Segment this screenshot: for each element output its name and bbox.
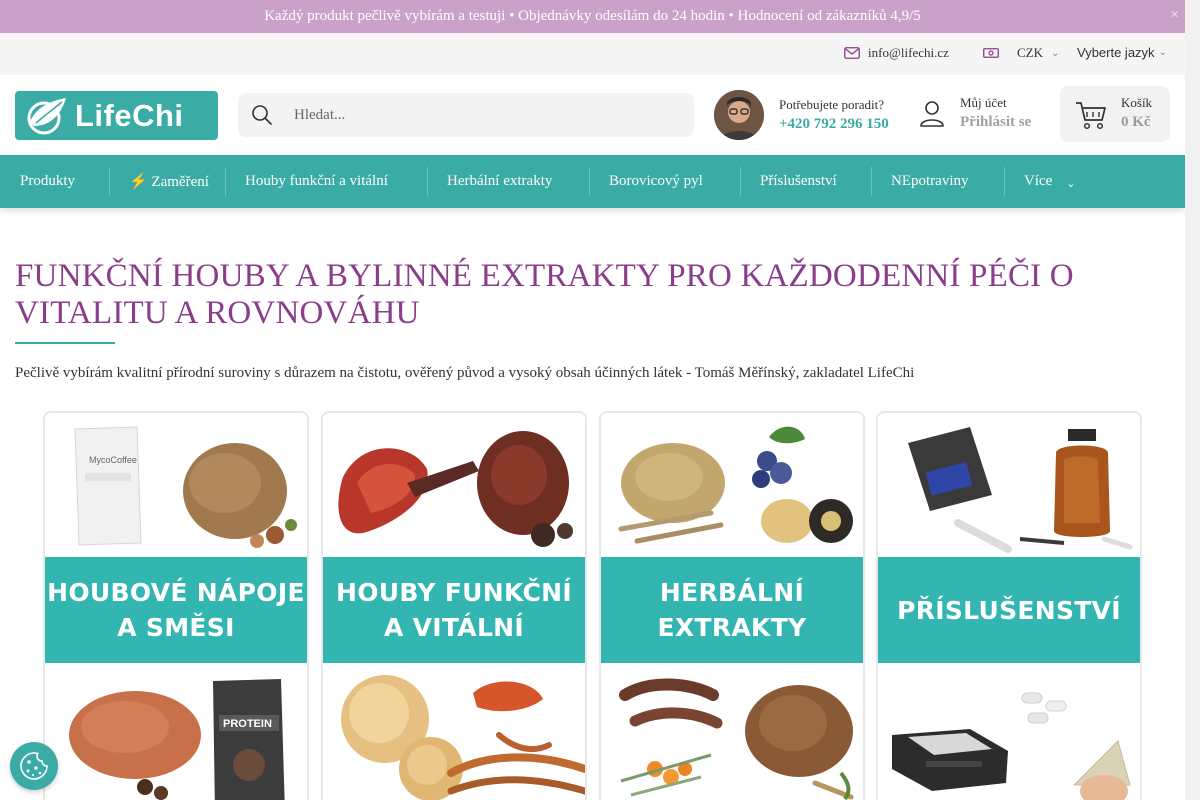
login-link[interactable]: Přihlásit se <box>960 114 1031 131</box>
title-underline <box>15 342 115 344</box>
nav-item-zamereni[interactable]: ⚡ Zaměření <box>109 155 229 208</box>
logo[interactable]: LifeChi <box>15 91 218 140</box>
category-card-houbove-napoje[interactable]: MycoCoffee HOUBOVÉ NÁPOJE A SMĚSI PROTEI… <box>43 411 309 800</box>
cart-icon <box>1076 102 1106 130</box>
category-label: HERBÁLNÍ EXTRAKTY <box>657 578 807 642</box>
chevron-down-icon: ⌄ <box>1066 178 1076 190</box>
category-card-herbalni-extrakty[interactable]: HERBÁLNÍ EXTRAKTY <box>599 411 865 800</box>
category-image-top: MycoCoffee <box>45 413 307 555</box>
nav-item-borovicovy-pyl[interactable]: Borovicový pyl <box>589 155 723 208</box>
envelope-icon <box>844 47 860 59</box>
category-band: PŘÍSLUŠENSTVÍ <box>878 555 1140 665</box>
category-label: PŘÍSLUŠENSTVÍ <box>897 595 1121 625</box>
currency-value: CZK <box>1017 45 1043 60</box>
cookie-settings-button[interactable] <box>10 742 58 790</box>
nav-item-houby[interactable]: Houby funkční a vitální <box>225 155 408 208</box>
scrollbar[interactable] <box>1185 0 1200 800</box>
category-image-bottom: PROTEIN <box>45 665 307 800</box>
account-link[interactable]: Můj účet Přihlásit se <box>918 95 1031 131</box>
nav-item-vice-label: Více <box>1024 173 1053 189</box>
category-band: HOUBY FUNKČNÍ A VITÁLNÍ <box>323 555 585 665</box>
chevron-down-icon: ⌄ <box>1051 47 1060 59</box>
product-pack-label: MycoCoffee <box>89 455 137 465</box>
nav-item-nepotraviny[interactable]: NEpotraviny <box>871 155 988 208</box>
account-label: Můj účet <box>960 95 1007 110</box>
cookie-icon <box>20 752 48 780</box>
page-subtitle: Pečlivě vybírám kvalitní přírodní surovi… <box>15 365 915 381</box>
nav-item-produkty[interactable]: Produkty <box>0 155 95 208</box>
leaf-logo-icon <box>15 91 75 140</box>
search-bar[interactable] <box>238 93 694 137</box>
category-image-top <box>601 413 863 555</box>
category-image-top <box>323 413 585 555</box>
category-card-houby-funkcni[interactable]: HOUBY FUNKČNÍ A VITÁLNÍ <box>321 411 587 800</box>
search-icon <box>252 105 272 125</box>
email-link[interactable]: info@lifechi.cz <box>844 45 949 61</box>
user-icon <box>920 101 944 127</box>
category-label: HOUBY FUNKČNÍ A VITÁLNÍ <box>336 578 572 642</box>
close-announcement-button[interactable]: × <box>1171 7 1179 24</box>
chevron-down-icon: ⌄ <box>1158 47 1167 58</box>
category-card-prislusenstvi[interactable]: PŘÍSLUŠENSTVÍ <box>876 411 1142 800</box>
phone-link[interactable]: +420 792 296 150 <box>779 116 889 133</box>
category-band: HOUBOVÉ NÁPOJE A SMĚSI <box>45 555 307 665</box>
nav-item-vice[interactable]: Více ⌄ <box>1004 155 1096 208</box>
category-label: HOUBOVÉ NÁPOJE A SMĚSI <box>47 578 305 642</box>
category-band: HERBÁLNÍ EXTRAKTY <box>601 555 863 665</box>
announcement-bar: Každý produkt pečlivě vybírám a testuji … <box>0 0 1185 33</box>
category-image-bottom <box>323 665 585 800</box>
cart-button[interactable]: Košík 0 Kč <box>1060 86 1170 142</box>
announcement-text: Každý produkt pečlivě vybírám a testuji … <box>264 8 921 24</box>
nav-item-prislusenstvi[interactable]: Příslušenství <box>740 155 857 208</box>
utility-bar: info@lifechi.cz CZK ⌄ Vyberte jazyk ⌄ <box>0 33 1185 75</box>
language-select[interactable]: Vyberte jazyk ⌄ <box>1077 45 1167 60</box>
site-header: LifeChi Potřebujete poradit? +420 792 29… <box>0 75 1185 155</box>
product-pack-label: PROTEIN <box>223 718 272 730</box>
logo-text: LifeChi <box>75 97 184 133</box>
currency-select[interactable]: CZK ⌄ <box>983 45 1059 61</box>
language-label: Vyberte jazyk <box>1077 45 1155 60</box>
nav-item-herbalni-extrakty[interactable]: Herbální extrakty <box>427 155 572 208</box>
banknote-icon <box>983 48 999 58</box>
contact-block: Potřebujete poradit? +420 792 296 150 <box>779 97 889 133</box>
page-title: FUNKČNÍ HOUBY A BYLINNÉ EXTRAKTY PRO KAŽ… <box>15 258 1074 331</box>
category-image-bottom <box>878 665 1140 800</box>
contact-label: Potřebujete poradit? <box>779 97 885 112</box>
category-image-bottom <box>601 665 863 800</box>
avatar <box>714 90 764 140</box>
main-nav: Produkty ⚡ Zaměření Houby funkční a vitá… <box>0 155 1185 208</box>
category-image-top <box>878 413 1140 555</box>
cart-total: 0 Kč <box>1121 114 1151 130</box>
search-input[interactable] <box>294 106 674 124</box>
cart-label: Košík <box>1121 95 1153 110</box>
email-text: info@lifechi.cz <box>868 45 949 60</box>
